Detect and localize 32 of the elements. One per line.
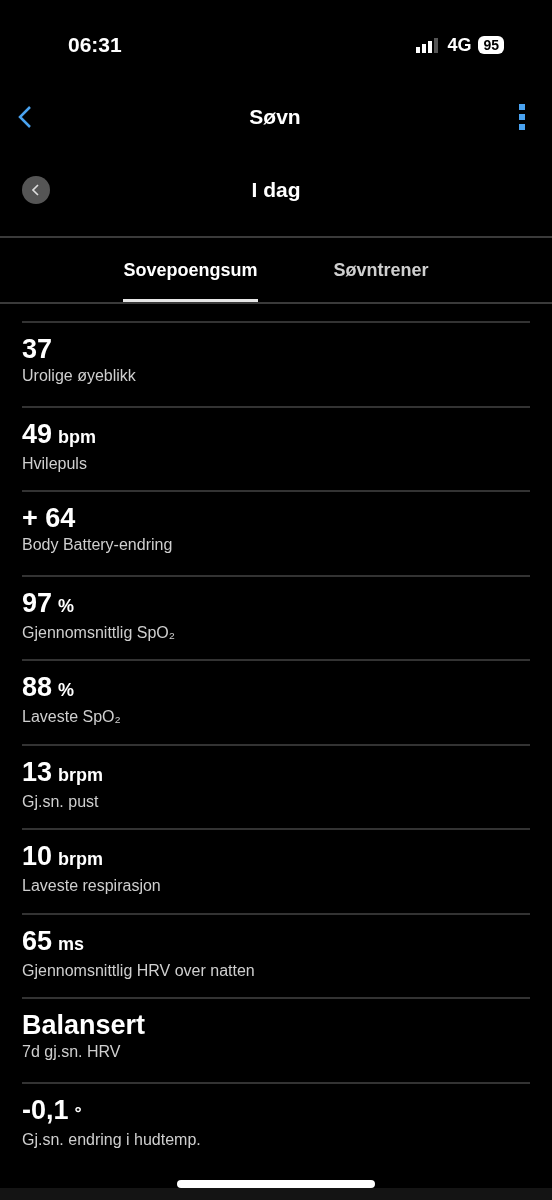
metric-label: Body Battery-endring <box>22 536 174 554</box>
metric-value: 97 % <box>22 586 76 620</box>
metric-value: Balansert <box>22 1009 147 1041</box>
tab[interactable]: Søvntrener <box>333 238 429 302</box>
metric-label: Gj.sn. pust <box>22 792 100 811</box>
date-label: I dag <box>251 178 301 202</box>
metric-value: -0,1 ° <box>22 1093 83 1127</box>
page-title: Søvn <box>249 105 301 129</box>
metric-label: Gjennomsnittlig SpO₂ <box>22 623 176 642</box>
back-icon[interactable] <box>18 105 32 129</box>
chevron-left-icon <box>32 184 40 196</box>
metric-value: 10 brpm <box>22 840 105 873</box>
metric-value: 37 <box>22 333 54 365</box>
metric-value: + 64 <box>22 502 77 534</box>
signal-icon <box>416 37 441 53</box>
battery-level: 95 <box>478 36 504 54</box>
more-icon[interactable] <box>518 104 526 130</box>
previous-day-button[interactable] <box>22 176 50 204</box>
metric-label: Laveste SpO₂ <box>22 708 122 726</box>
metric-label: Urolige øyeblikk <box>22 367 137 385</box>
metric-label: Hvilepuls <box>22 454 88 473</box>
metric-label: 7d gj.sn. HRV <box>22 1043 122 1061</box>
metric-label: Gj.sn. endring i hudtemp. <box>22 1130 202 1149</box>
metric-value: 88 % <box>22 671 76 704</box>
metric-value: 49 bpm <box>22 417 98 451</box>
metric-value: 65 ms <box>22 924 86 958</box>
network-type: 4G <box>447 34 472 56</box>
metric-label: Gjennomsnittlig HRV over natten <box>22 961 256 980</box>
tab[interactable]: Sovepoengsum <box>123 238 258 302</box>
metric-label: Laveste respirasjon <box>22 877 162 895</box>
metric-value: 13 brpm <box>22 755 105 789</box>
status-time: 06:31 <box>68 33 122 57</box>
